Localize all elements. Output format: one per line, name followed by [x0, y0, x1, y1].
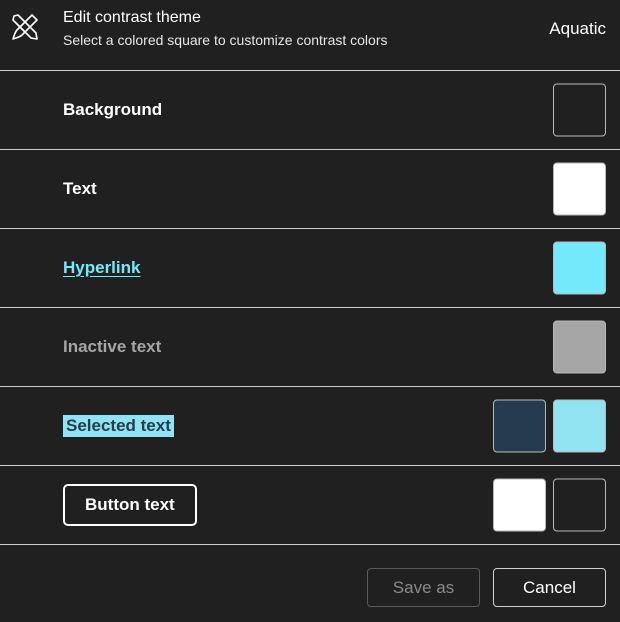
selected-text-background-swatch[interactable] [553, 399, 606, 453]
hyperlink-color-swatch[interactable] [553, 241, 606, 295]
paint-brush-icon [12, 14, 38, 40]
cancel-button[interactable]: Cancel [493, 568, 606, 607]
row-label-button-text: Button text [63, 484, 197, 526]
divider [0, 544, 620, 545]
text-color-swatch[interactable] [553, 162, 606, 216]
theme-name: Aquatic [549, 19, 606, 38]
row-label-inactive-text: Inactive text [63, 337, 162, 356]
row-label-hyperlink: Hyperlink [63, 258, 141, 277]
save-as-button[interactable]: Save as [367, 568, 480, 607]
background-color-swatch[interactable] [553, 83, 606, 137]
row-label-background: Background [63, 100, 163, 119]
row-label-selected-text: Selected text [63, 415, 174, 437]
selected-text-foreground-swatch[interactable] [493, 399, 546, 453]
color-row-text: Text [0, 150, 620, 228]
dialog-header: Edit contrast theme Select a colored squ… [0, 0, 620, 70]
color-row-inactive-text: Inactive text [0, 308, 620, 386]
dialog-title: Edit contrast theme [63, 9, 201, 26]
color-row-background: Background [0, 71, 620, 149]
color-row-hyperlink: Hyperlink [0, 229, 620, 307]
button-text-foreground-swatch[interactable] [493, 478, 546, 532]
button-text-background-swatch[interactable] [553, 478, 606, 532]
color-row-button-text: Button text [0, 466, 620, 544]
inactive-text-color-swatch[interactable] [553, 320, 606, 374]
color-row-selected-text: Selected text [0, 387, 620, 465]
dialog-subtitle: Select a colored square to customize con… [63, 32, 388, 48]
row-label-text: Text [63, 179, 97, 198]
